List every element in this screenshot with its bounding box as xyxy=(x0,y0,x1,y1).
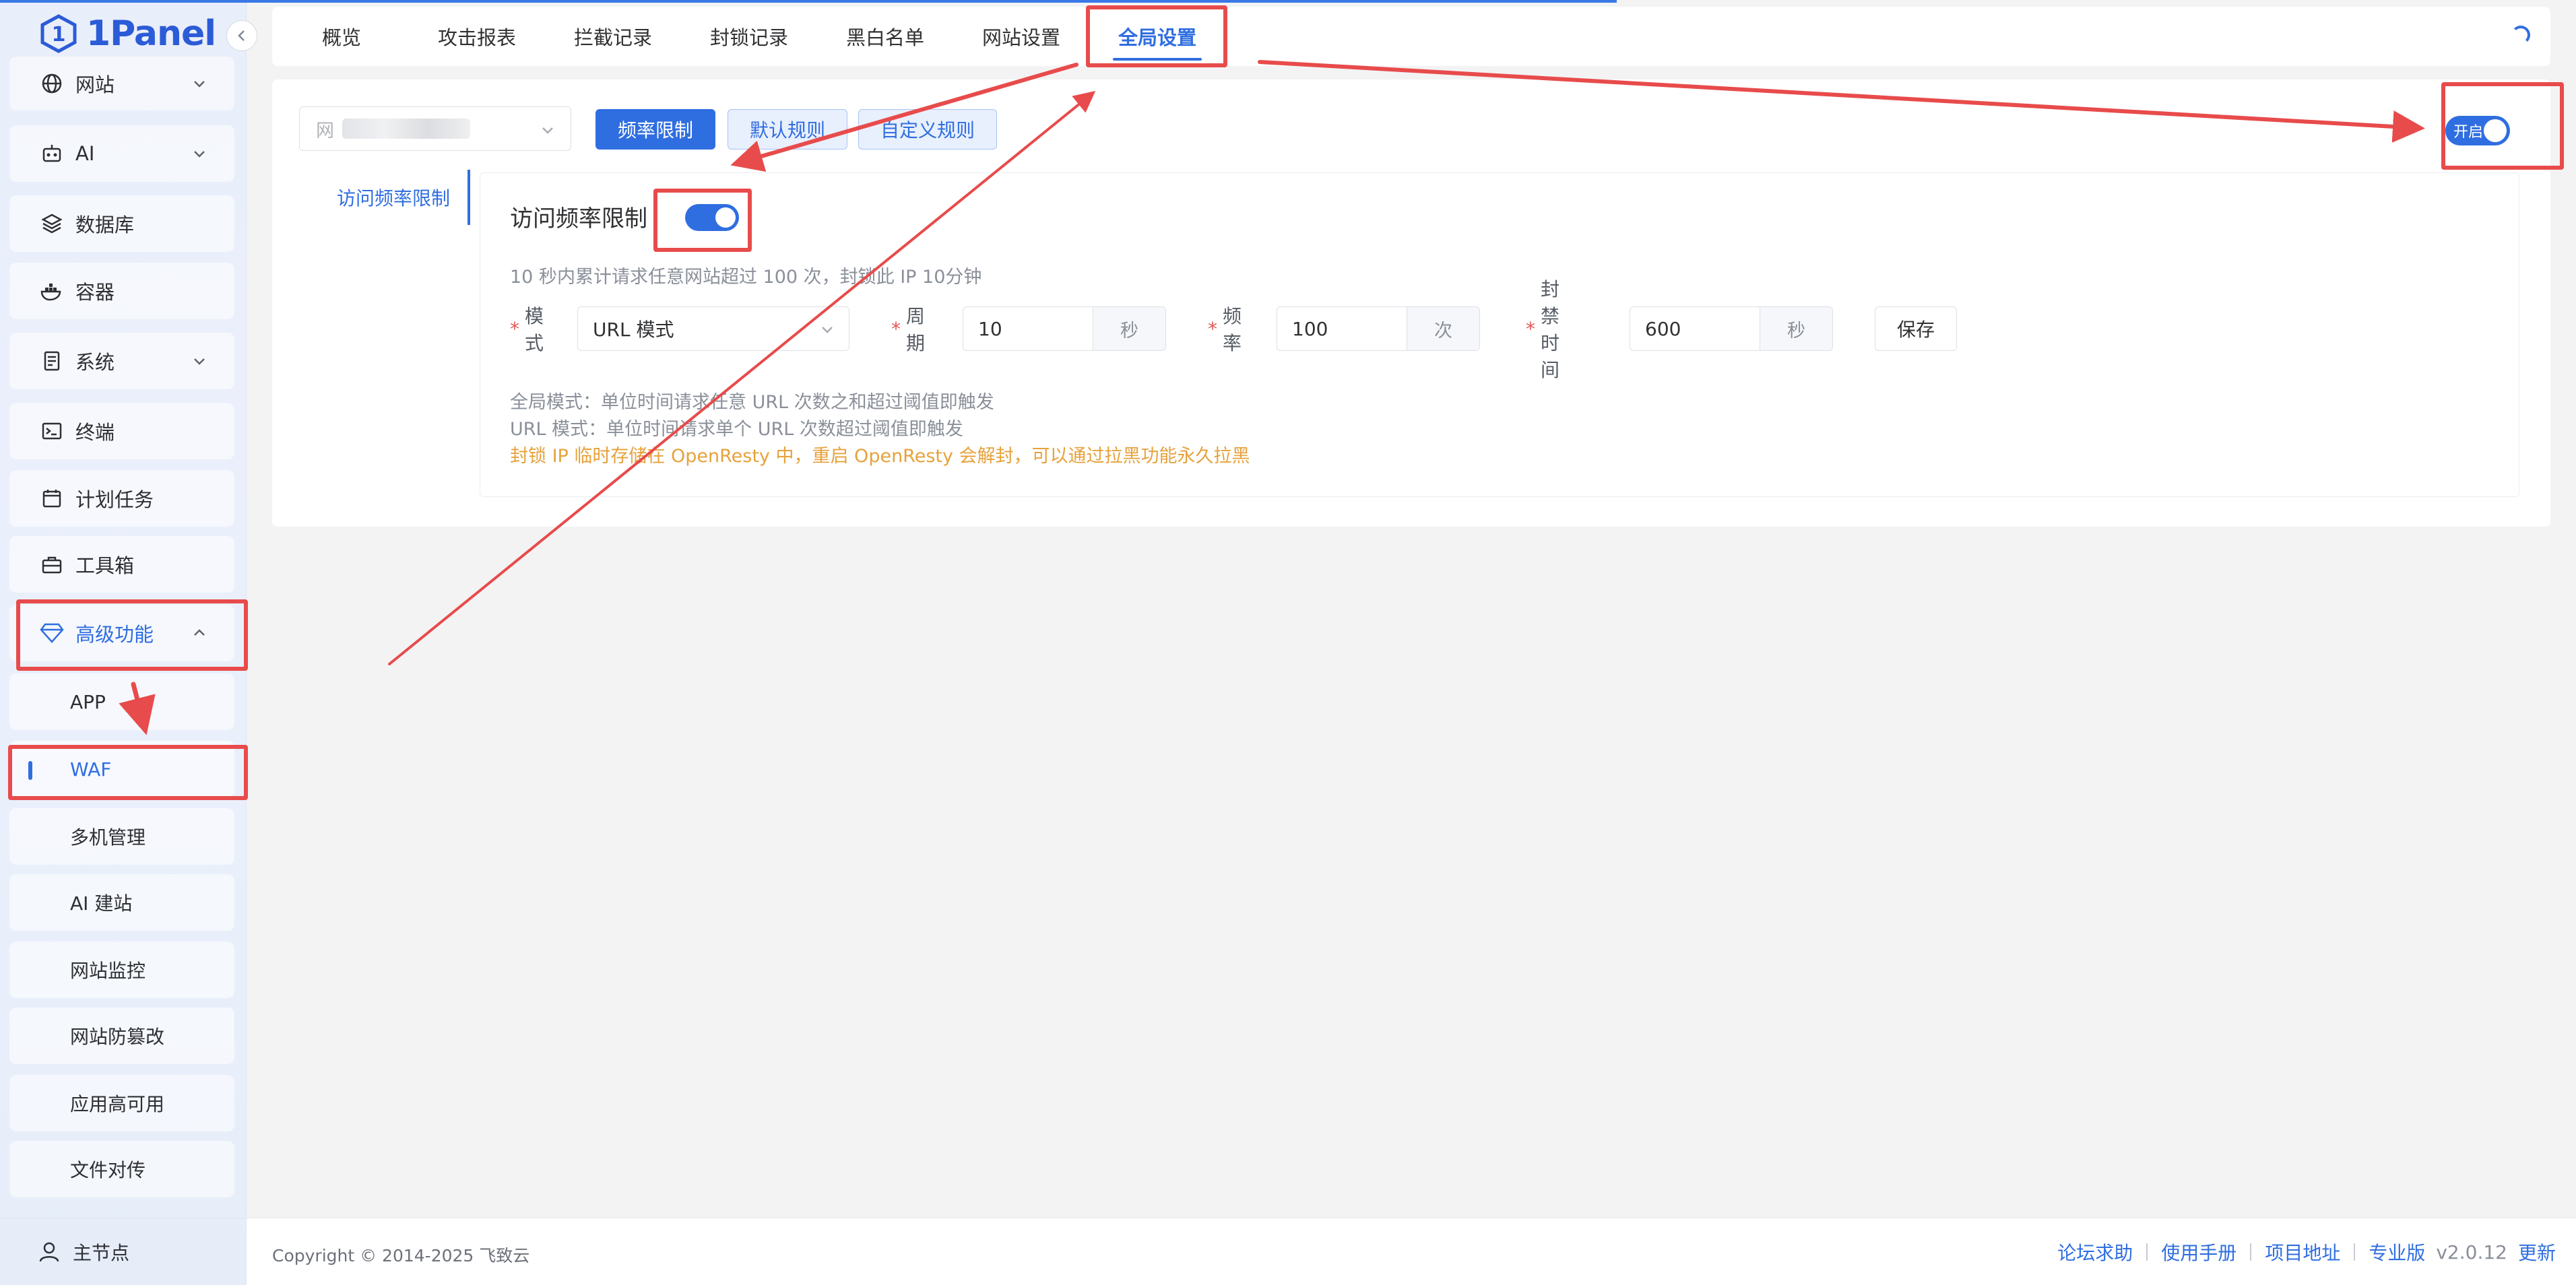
app-logo[interactable]: 1 1Panel xyxy=(39,7,216,61)
switch-knob xyxy=(2484,119,2507,142)
collapse-sidebar-button[interactable] xyxy=(226,20,257,51)
redacted-site-name xyxy=(342,119,470,139)
diamond-icon xyxy=(39,620,65,646)
ban-time-input[interactable]: 600 秒 xyxy=(1630,306,1833,351)
custom-rules-button[interactable]: 自定义规则 xyxy=(858,109,997,150)
terminal-icon xyxy=(39,418,65,444)
server-icon xyxy=(39,348,65,374)
active-indicator xyxy=(28,761,32,780)
divider xyxy=(2250,1243,2252,1261)
ban-time-label: * 封禁时间 xyxy=(1526,278,1560,381)
sidebar-subitem-high-availability[interactable]: 应用高可用 xyxy=(9,1075,234,1131)
toolbox-icon xyxy=(39,552,65,577)
sidebar-subitem-multi-host[interactable]: 多机管理 xyxy=(9,808,234,865)
tab-attack-report[interactable]: 攻击报表 xyxy=(438,7,516,66)
chevron-down-icon xyxy=(194,358,205,365)
divider xyxy=(2146,1243,2148,1261)
copyright: Copyright © 2014-2025 飞致云 xyxy=(272,1246,530,1265)
frequency-label: * 频率 xyxy=(1208,305,1242,354)
default-rules-button[interactable]: 默认规则 xyxy=(728,109,847,150)
footer-links: 论坛求助 使用手册 项目地址 专业版 v2.0.12 更新 xyxy=(2057,1239,2556,1265)
mode-select[interactable]: URL 模式 xyxy=(577,306,849,351)
sidebar-subitem-app[interactable]: APP xyxy=(9,673,234,730)
frequency-input[interactable]: 100 次 xyxy=(1277,306,1480,351)
global-settings-card: 网 频率限制 默认规则 自定义规则 开启 访问频率限制 访问频率限制 10 秒内… xyxy=(272,79,2550,527)
layers-icon xyxy=(39,211,65,236)
panel-title: 访问频率限制 xyxy=(510,205,647,232)
rate-limit-panel: 访问频率限制 10 秒内累计请求任意网站超过 100 次，封锁此 IP 10分钟… xyxy=(480,172,2519,497)
save-button[interactable]: 保存 xyxy=(1875,306,1957,351)
loading-progress-bar xyxy=(0,0,1617,3)
note-openresty-warning: 封锁 IP 临时存储在 OpenResty 中，重启 OpenResty 会解封… xyxy=(510,446,1250,467)
rate-limit-button[interactable]: 频率限制 xyxy=(595,109,715,150)
waf-tab-bar: 概览 攻击报表 拦截记录 封锁记录 黑白名单 网站设置 全局设置 xyxy=(272,7,2550,66)
sidebar-item-ai[interactable]: AI xyxy=(9,125,234,182)
sidebar-subitem-tamper-proof[interactable]: 网站防篡改 xyxy=(9,1008,234,1064)
tab-black-white-list[interactable]: 黑白名单 xyxy=(846,7,924,66)
sidebar-subitem-site-monitor[interactable]: 网站监控 xyxy=(9,942,234,998)
tab-overview[interactable]: 概览 xyxy=(322,7,361,66)
footer-link-project[interactable]: 项目地址 xyxy=(2265,1239,2340,1265)
user-icon xyxy=(39,1242,59,1261)
chevron-down-icon xyxy=(542,127,553,134)
side-nav-rate-limit[interactable]: 访问频率限制 xyxy=(326,170,470,225)
mode-label: * 模式 xyxy=(510,305,544,354)
footer-link-manual[interactable]: 使用手册 xyxy=(2161,1239,2236,1265)
docker-icon xyxy=(39,278,65,304)
sidebar-item-advanced[interactable]: 高级功能 xyxy=(9,605,234,661)
sidebar-item-database[interactable]: 数据库 xyxy=(9,195,234,252)
version: v2.0.12 xyxy=(2436,1241,2507,1263)
sidebar-item-toolbox[interactable]: 工具箱 xyxy=(9,536,234,593)
loading-spinner-icon xyxy=(2511,26,2530,44)
sidebar-item-system[interactable]: 系统 xyxy=(9,333,234,389)
sidebar-item-website[interactable]: 网站 xyxy=(9,57,234,110)
sidebar-subitem-file-transfer[interactable]: 文件对传 xyxy=(9,1141,234,1197)
robot-icon xyxy=(39,141,65,166)
divider xyxy=(2354,1243,2356,1261)
page-footer: Copyright © 2014-2025 飞致云 论坛求助 使用手册 项目地址… xyxy=(247,1218,2576,1285)
footer-link-pro[interactable]: 专业版 xyxy=(2369,1239,2425,1265)
period-input[interactable]: 10 秒 xyxy=(963,306,1166,351)
sidebar: 1 1Panel 网站 AI 数据库 容器 系统 终端 计划任务 工具箱 高级功… xyxy=(0,0,257,1285)
node-switcher[interactable]: 主节点 xyxy=(0,1218,247,1285)
calendar-icon xyxy=(39,486,65,511)
logo-icon: 1 xyxy=(39,14,78,53)
chevron-down-icon xyxy=(194,151,205,158)
tab-block-log[interactable]: 封锁记录 xyxy=(710,7,788,66)
panel-description: 10 秒内累计请求任意网站超过 100 次，封锁此 IP 10分钟 xyxy=(510,267,982,288)
svg-text:1: 1 xyxy=(52,23,66,46)
tab-site-settings[interactable]: 网站设置 xyxy=(982,7,1060,66)
sidebar-item-terminal[interactable]: 终端 xyxy=(9,403,234,459)
chevron-down-icon xyxy=(194,81,205,88)
period-label: * 周期 xyxy=(891,305,926,354)
footer-link-forum[interactable]: 论坛求助 xyxy=(2057,1239,2133,1265)
chevron-up-icon xyxy=(194,629,205,636)
rate-limit-switch[interactable] xyxy=(685,204,739,231)
globe-icon xyxy=(39,71,65,96)
update-link[interactable]: 更新 xyxy=(2518,1239,2556,1265)
note-global-mode: 全局模式：单位时间请求任意 URL 次数之和超过阈值即触发 xyxy=(510,392,994,413)
tab-intercept-log[interactable]: 拦截记录 xyxy=(574,7,652,66)
sidebar-item-cron[interactable]: 计划任务 xyxy=(9,470,234,527)
logo-text: 1Panel xyxy=(86,13,216,54)
website-select[interactable]: 网 xyxy=(299,106,571,151)
switch-knob xyxy=(715,207,736,228)
tab-global-settings[interactable]: 全局设置 xyxy=(1112,7,1202,66)
sidebar-subitem-waf[interactable]: WAF xyxy=(9,741,234,797)
chevron-down-icon xyxy=(822,327,833,333)
sidebar-item-container[interactable]: 容器 xyxy=(9,263,234,319)
sidebar-subitem-ai-site[interactable]: AI 建站 xyxy=(9,874,234,931)
chevron-left-icon xyxy=(238,30,245,41)
global-waf-switch[interactable]: 开启 xyxy=(2445,116,2510,145)
note-url-mode: URL 模式：单位时间请求单个 URL 次数超过阈值即触发 xyxy=(510,419,963,440)
